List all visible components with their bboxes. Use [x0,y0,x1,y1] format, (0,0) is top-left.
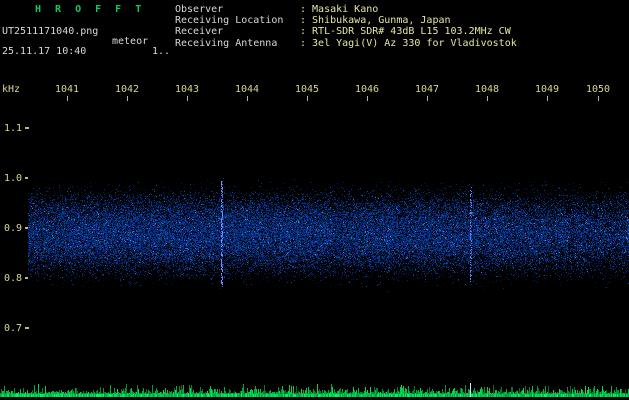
time-tick-label: 1045 [294,84,320,95]
time-tick-mark [487,96,488,101]
freq-tick-label: 0.7 [3,323,22,334]
time-tick-label: 1042 [114,84,140,95]
time-tick-mark [427,96,428,101]
time-tick-mark [127,96,128,101]
time-tick-label: 1050 [585,84,611,95]
freq-tick-mark [25,127,29,129]
time-tick-mark [187,96,188,101]
freq-tick-label: 1.1 [3,123,22,134]
time-tick-mark [547,96,548,101]
time-tick-label: 1046 [354,84,380,95]
time-tick-label: 1047 [414,84,440,95]
time-tick-mark [367,96,368,101]
freq-tick-label: 1.0 [3,173,22,184]
freq-tick-label: 0.8 [3,273,22,284]
time-tick-label: 1049 [534,84,560,95]
freq-tick-mark [25,327,29,329]
time-tick-mark [307,96,308,101]
time-tick-mark [598,96,599,101]
time-tick-label: 1044 [234,84,260,95]
time-tick-label: 1041 [54,84,80,95]
time-tick-mark [67,96,68,101]
freq-tick-label: 0.9 [3,223,22,234]
spectrogram-canvas [28,176,629,294]
time-tick-mark [247,96,248,101]
signal-strip-canvas [0,382,629,398]
time-tick-label: 1048 [474,84,500,95]
time-tick-label: 1043 [174,84,200,95]
hrofft-window: H R O F F T UT2511171040.png meteor 25.1… [0,0,629,400]
